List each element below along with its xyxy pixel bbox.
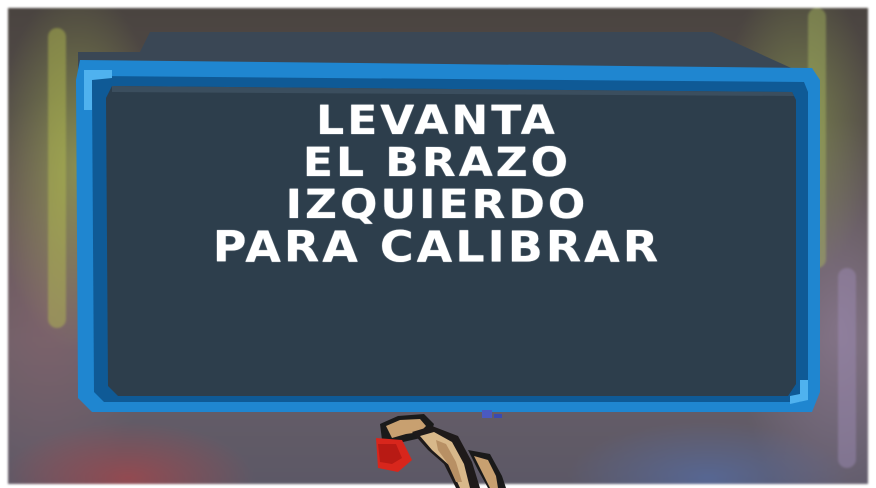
calibration-message: Levanta el brazo izquierdo para calibrar [112,100,762,268]
message-line-2: el brazo [302,139,572,186]
player-character-sprite [376,410,506,488]
message-line-3: izquierdo [285,181,589,228]
game-screen: Levanta el brazo izquierdo para calibrar [0,0,876,488]
message-line-4: para calibrar [212,222,662,272]
message-line-1: Levanta [316,97,558,144]
